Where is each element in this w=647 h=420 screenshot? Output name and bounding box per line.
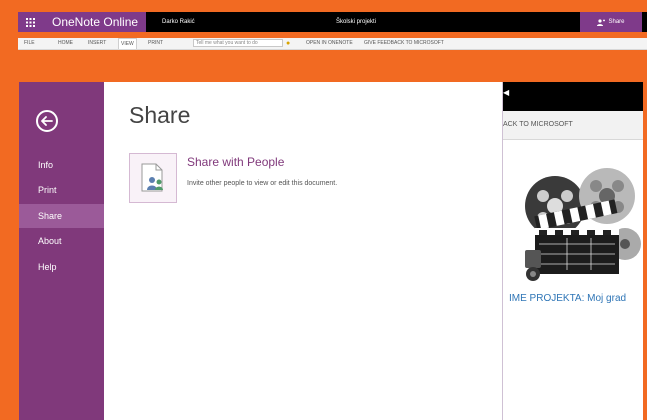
lightbulb-icon: ● <box>286 40 291 47</box>
backstage-sidebar: Info Print Share About Help <box>19 82 104 420</box>
share-document-icon <box>141 163 163 192</box>
document-title: Školski projekti <box>336 19 377 25</box>
document-header-bar: ◀ <box>503 82 643 111</box>
tab-view[interactable]: VIEW <box>118 38 137 49</box>
tab-print[interactable]: PRINT <box>148 38 163 49</box>
tab-home[interactable]: HOME <box>58 38 73 49</box>
share-with-people-description: Invite other people to view or edit this… <box>187 180 338 187</box>
give-feedback-link[interactable]: GIVE FEEDBACK TO MICROSOFT <box>364 38 444 49</box>
document-preview: ◀ ACK TO MICROSOFT IME PROJEKTA: Moj gra… <box>503 82 643 420</box>
film-reel-clapperboard-image <box>525 168 641 281</box>
nav-item-help[interactable]: Help <box>19 255 104 279</box>
tab-insert[interactable]: INSERT <box>88 38 106 49</box>
nav-item-about[interactable]: About <box>19 229 104 253</box>
share-with-people-title[interactable]: Share with People <box>187 155 284 169</box>
share-backstage-window: Info Print Share About Help Share Share … <box>19 82 643 420</box>
nav-item-print[interactable]: Print <box>19 178 104 202</box>
share-panel: Share Share with People Invite other peo… <box>104 82 503 420</box>
back-button[interactable] <box>36 110 58 132</box>
project-title: IME PROJEKTA: Moj grad <box>509 293 627 304</box>
open-in-onenote-link[interactable]: OPEN IN ONENOTE <box>306 38 353 49</box>
tell-me-input[interactable]: Tell me what you want to do <box>193 39 283 47</box>
share-button-label: Share <box>608 19 625 25</box>
nav-item-share[interactable]: Share <box>19 204 104 228</box>
top-ribbon: FILE HOME INSERT VIEW PRINT Tell me what… <box>18 38 647 50</box>
person-add-icon <box>597 18 606 26</box>
nav-item-info[interactable]: Info <box>19 153 104 177</box>
user-name[interactable]: Darko Rakić <box>162 12 195 32</box>
app-launcher-icon[interactable] <box>18 12 42 32</box>
tab-file[interactable]: FILE <box>24 38 35 49</box>
document-ribbon-feedback[interactable]: ACK TO MICROSOFT <box>503 111 643 140</box>
back-arrow-icon <box>41 116 53 126</box>
share-button[interactable]: Share <box>580 12 642 32</box>
page-title: Share <box>129 102 191 128</box>
top-app-bar: OneNote Online Darko Rakić Školski proje… <box>18 12 647 32</box>
pointer-icon: ◀ <box>503 88 510 97</box>
share-with-people-tile[interactable] <box>129 153 177 203</box>
